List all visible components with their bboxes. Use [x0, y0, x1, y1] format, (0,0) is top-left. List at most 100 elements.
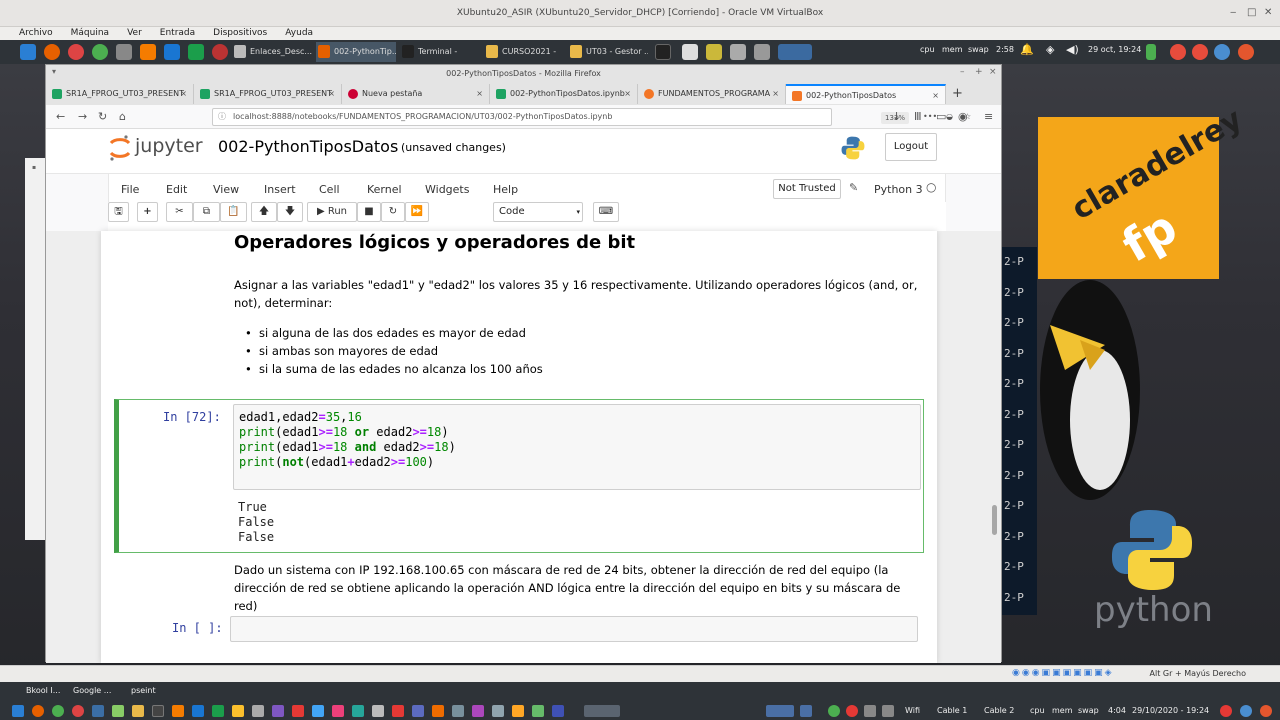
home-icon[interactable]: ⌂ — [119, 110, 126, 123]
cable2-label[interactable]: Cable 2 — [984, 706, 1014, 715]
window-icon[interactable] — [682, 44, 698, 60]
logout-button[interactable]: Logout — [885, 133, 937, 161]
keyboard-icon[interactable]: ⌨ — [593, 202, 619, 222]
notebook-name[interactable]: 002-PythonTiposDatos — [218, 137, 398, 156]
taskbar-item[interactable]: Bkool I... — [26, 686, 60, 695]
menu-kernel[interactable]: Kernel — [367, 183, 402, 196]
tab-close-icon[interactable]: × — [328, 84, 335, 104]
refresh-icon[interactable] — [1240, 705, 1252, 717]
tab-close-icon[interactable]: × — [772, 84, 779, 104]
forward-icon[interactable]: → — [78, 110, 87, 123]
pycharm-icon[interactable] — [212, 705, 224, 717]
tray-icon[interactable] — [882, 705, 894, 717]
app-icon[interactable] — [552, 705, 564, 717]
not-trusted-button[interactable]: Not Trusted — [773, 179, 841, 199]
app-icon[interactable] — [532, 705, 544, 717]
app-icon[interactable] — [292, 705, 304, 717]
task-terminal[interactable]: Terminal - — [400, 42, 480, 62]
app-icon[interactable] — [112, 705, 124, 717]
downloads-icon[interactable]: ↓ — [892, 110, 901, 123]
firefox-launcher-icon[interactable] — [44, 44, 60, 60]
tab-sr1a-2[interactable]: SR1A_FPROG_UT03_PRESENT × — [194, 84, 342, 104]
app-icon[interactable] — [252, 705, 264, 717]
window-menu-icon[interactable]: ▾ — [52, 67, 56, 76]
app-icon[interactable] — [432, 705, 444, 717]
library-icon[interactable]: Ⅲ — [914, 110, 922, 123]
menu-widgets[interactable]: Widgets — [425, 183, 469, 196]
pocket-icon[interactable]: ◒ — [946, 109, 953, 125]
tab-close-icon[interactable]: × — [624, 84, 631, 104]
camera-icon[interactable] — [730, 44, 746, 60]
tab-close-icon[interactable]: × — [932, 86, 939, 104]
chrome-launcher-icon[interactable] — [92, 44, 108, 60]
firefox-active-icon[interactable] — [778, 44, 812, 60]
tab-ipynb[interactable]: 002-PythonTiposDatos.ipynb × — [490, 84, 638, 104]
tray-icon[interactable] — [828, 705, 840, 717]
app-icon[interactable] — [472, 705, 484, 717]
vscode-icon[interactable] — [192, 705, 204, 717]
bell-icon[interactable]: 🔔 — [1020, 43, 1034, 56]
app-icon[interactable] — [272, 705, 284, 717]
url-bar[interactable]: ⓘ localhost:8888/notebooks/FUNDAMENTOS_P… — [212, 108, 971, 126]
app-icon[interactable] — [512, 705, 524, 717]
volume-icon[interactable]: ◀) — [1066, 43, 1079, 56]
menu-edit[interactable]: Edit — [166, 183, 187, 196]
app-tray-icon[interactable] — [1170, 44, 1186, 60]
app-icon[interactable] — [212, 44, 228, 60]
logout-arrow-icon[interactable] — [1238, 44, 1254, 60]
run-button[interactable]: ▶ Run — [307, 202, 357, 222]
paste-icon[interactable]: 📋 — [220, 202, 247, 222]
task-gestor[interactable]: UT03 - Gestor ... — [568, 42, 648, 62]
tray-icon[interactable] — [800, 705, 812, 717]
maximize-icon[interactable]: + — [975, 67, 983, 77]
reload-icon[interactable]: ↻ — [98, 110, 107, 123]
terminal-icon[interactable] — [152, 705, 164, 717]
menu-help[interactable]: Help — [493, 183, 518, 196]
vbox-menu-archivo[interactable]: Archivo — [19, 27, 53, 40]
app-icon[interactable] — [412, 705, 424, 717]
tab-sr1a-1[interactable]: SR1A_FPROG_UT03_PRESENT × — [46, 84, 194, 104]
back-icon[interactable]: ← — [56, 110, 65, 123]
kernel-name[interactable]: Python 3 — [874, 183, 923, 196]
task-curso[interactable]: CURSO2021 - — [484, 42, 564, 62]
app-icon[interactable] — [312, 705, 324, 717]
virtualbox-task-icon[interactable] — [584, 705, 620, 717]
menu-file[interactable]: File — [121, 183, 139, 196]
tab-active-notebook[interactable]: 002-PythonTiposDatos × — [786, 84, 946, 104]
task-firefox[interactable]: 002-PythonTip... — [316, 42, 396, 62]
page-info-icon[interactable]: ⓘ — [218, 109, 226, 125]
app-icon[interactable] — [452, 705, 464, 717]
cable1-label[interactable]: Cable 1 — [937, 706, 967, 715]
start-menu-icon[interactable] — [12, 705, 24, 717]
wifi-label[interactable]: Wifi — [905, 706, 920, 715]
restart-run-all-icon[interactable]: ⏩ — [405, 202, 429, 222]
tray-icon[interactable] — [864, 705, 876, 717]
folder-icon[interactable] — [132, 705, 144, 717]
menu-cell[interactable]: Cell — [319, 183, 340, 196]
account-icon[interactable]: ◉ — [958, 110, 968, 123]
logout-arrow-icon[interactable] — [1260, 705, 1272, 717]
vscode-icon[interactable] — [164, 44, 180, 60]
vbox-menu-ayuda[interactable]: Ayuda — [285, 27, 313, 40]
taskbar-item[interactable]: pseint — [131, 686, 156, 695]
vbox-menu-ver[interactable]: Ver — [127, 27, 142, 40]
vbox-device-icons[interactable]: ◉◉◉▣▣▣▣▣▣◈ — [1012, 668, 1114, 678]
copy-icon[interactable]: ⧉ — [193, 202, 220, 222]
menu-insert[interactable]: Insert — [264, 183, 296, 196]
code-editor[interactable]: edad1,edad2=35,16 print(edad1>=18 or eda… — [233, 404, 921, 490]
app-icon[interactable] — [352, 705, 364, 717]
editor-icon[interactable] — [706, 44, 722, 60]
firefox-icon[interactable] — [32, 705, 44, 717]
power-icon[interactable] — [1192, 44, 1208, 60]
insert-cell-icon[interactable]: + — [137, 202, 158, 222]
move-up-icon[interactable]: 🡅 — [251, 202, 277, 222]
stop-icon[interactable]: ■ — [357, 202, 381, 222]
app-icon[interactable] — [92, 705, 104, 717]
tab-close-icon[interactable]: × — [476, 84, 483, 104]
tab-fundamentos[interactable]: FUNDAMENTOS_PROGRAMA × — [638, 84, 786, 104]
app-icon[interactable] — [392, 705, 404, 717]
tray-icon[interactable] — [846, 705, 858, 717]
trash-icon[interactable] — [754, 44, 770, 60]
restart-icon[interactable]: ↻ — [381, 202, 405, 222]
app-launcher-icon[interactable] — [68, 44, 84, 60]
